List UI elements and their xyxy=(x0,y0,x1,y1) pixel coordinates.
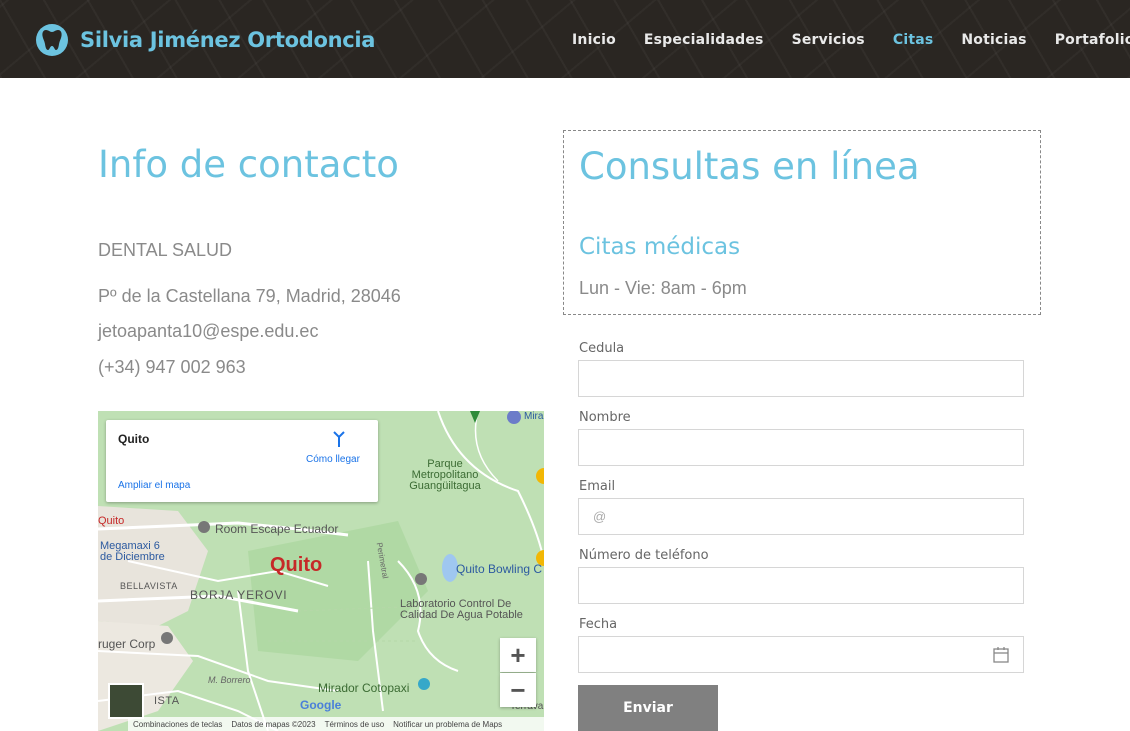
email-address[interactable]: jetoapanta10@espe.edu.ec xyxy=(98,321,318,342)
cedula-field[interactable] xyxy=(578,360,1024,397)
nombre-label: Nombre xyxy=(579,410,631,425)
main-nav: Inicio Especialidades Servicios Citas No… xyxy=(572,32,1130,48)
nav-item-citas[interactable]: Citas xyxy=(893,32,934,48)
nav-item-especialidades[interactable]: Especialidades xyxy=(644,32,764,48)
nav-item-noticias[interactable]: Noticias xyxy=(961,32,1026,48)
fecha-label: Fecha xyxy=(579,617,618,632)
zoom-out-button[interactable]: − xyxy=(500,673,536,707)
address: Pº de la Castellana 79, Madrid, 28046 xyxy=(98,286,401,306)
map-label-park: Parque Metropolitano Guangüiltagua xyxy=(409,458,481,492)
email-field[interactable] xyxy=(578,498,1024,535)
phone-number[interactable]: (+34) 947 002 963 xyxy=(98,357,246,378)
directions-link[interactable]: Cómo llegar xyxy=(306,454,360,465)
map-place-name: Quito xyxy=(118,432,150,446)
map-label-room-escape: Room Escape Ecuador xyxy=(215,522,339,536)
appointments-subheading: Citas médicas xyxy=(579,234,741,260)
online-heading: Consultas en línea xyxy=(579,145,920,188)
satellite-view-toggle[interactable] xyxy=(108,683,144,719)
google-wordmark: Google xyxy=(300,698,342,712)
cedula-label: Cedula xyxy=(579,341,625,356)
map-label-kruger: ruger Corp xyxy=(98,637,156,651)
nav-item-servicios[interactable]: Servicios xyxy=(792,32,865,48)
fecha-field[interactable] xyxy=(578,636,1024,673)
calendar-icon[interactable] xyxy=(992,646,1010,664)
enlarge-map-link[interactable]: Ampliar el mapa xyxy=(118,480,190,491)
map-label-lab: Laboratorio Control De Calidad De Agua P… xyxy=(400,598,523,621)
map-label-quito: Quito xyxy=(270,554,323,576)
nav-item-portafolio[interactable]: Portafolio xyxy=(1055,32,1130,48)
google-logo: Google xyxy=(300,698,341,712)
telefono-field[interactable] xyxy=(578,567,1024,604)
report-problem-link[interactable]: Notificar un problema de Maps xyxy=(393,720,502,729)
map-label-bellavista: BELLAVISTA xyxy=(120,581,178,591)
map-label-megamaxi: Megamaxi 6 de Diciembre xyxy=(100,540,165,563)
brand-name: Silvia Jiménez Ortodoncia xyxy=(80,28,376,52)
terms-link[interactable]: Términos de uso xyxy=(325,720,385,729)
nombre-field[interactable] xyxy=(578,429,1024,466)
company-name: DENTAL SALUD xyxy=(98,240,233,260)
map-label-bowling: Quito Bowling C xyxy=(456,562,543,576)
telefono-label: Número de teléfono xyxy=(579,548,709,563)
email-label: Email xyxy=(579,479,616,494)
directions-icon[interactable] xyxy=(330,430,348,448)
contact-heading: Info de contacto xyxy=(98,143,399,186)
tooth-logo-icon xyxy=(36,24,68,56)
map-footer: Combinaciones de teclas Datos de mapas ©… xyxy=(128,717,544,731)
embedded-map[interactable]: Quito Cómo llegar Ampliar el mapa Parque… xyxy=(98,411,544,731)
nav-item-inicio[interactable]: Inicio xyxy=(572,32,616,48)
map-label-mira: Mira xyxy=(524,411,544,422)
office-hours: Lun - Vie: 8am - 6pm xyxy=(579,278,747,298)
keyboard-shortcuts-link[interactable]: Combinaciones de teclas xyxy=(133,720,222,729)
map-label-quito-small: Quito xyxy=(98,515,125,527)
zoom-in-button[interactable]: + xyxy=(500,638,536,672)
map-label-ista: ISTA xyxy=(154,695,180,707)
map-label-borrero: M. Borrero xyxy=(208,675,251,685)
map-place-card: Quito Cómo llegar Ampliar el mapa xyxy=(106,420,378,502)
brand[interactable]: Silvia Jiménez Ortodoncia xyxy=(36,24,375,56)
map-data-label: Datos de mapas ©2023 xyxy=(231,719,316,729)
site-header: Silvia Jiménez Ortodoncia Inicio Especia… xyxy=(0,0,1130,78)
submit-button[interactable]: Enviar xyxy=(578,685,718,731)
map-label-borja: BORJA YEROVI xyxy=(190,588,288,602)
map-label-mirador: Mirador Cotopaxi xyxy=(318,681,410,695)
